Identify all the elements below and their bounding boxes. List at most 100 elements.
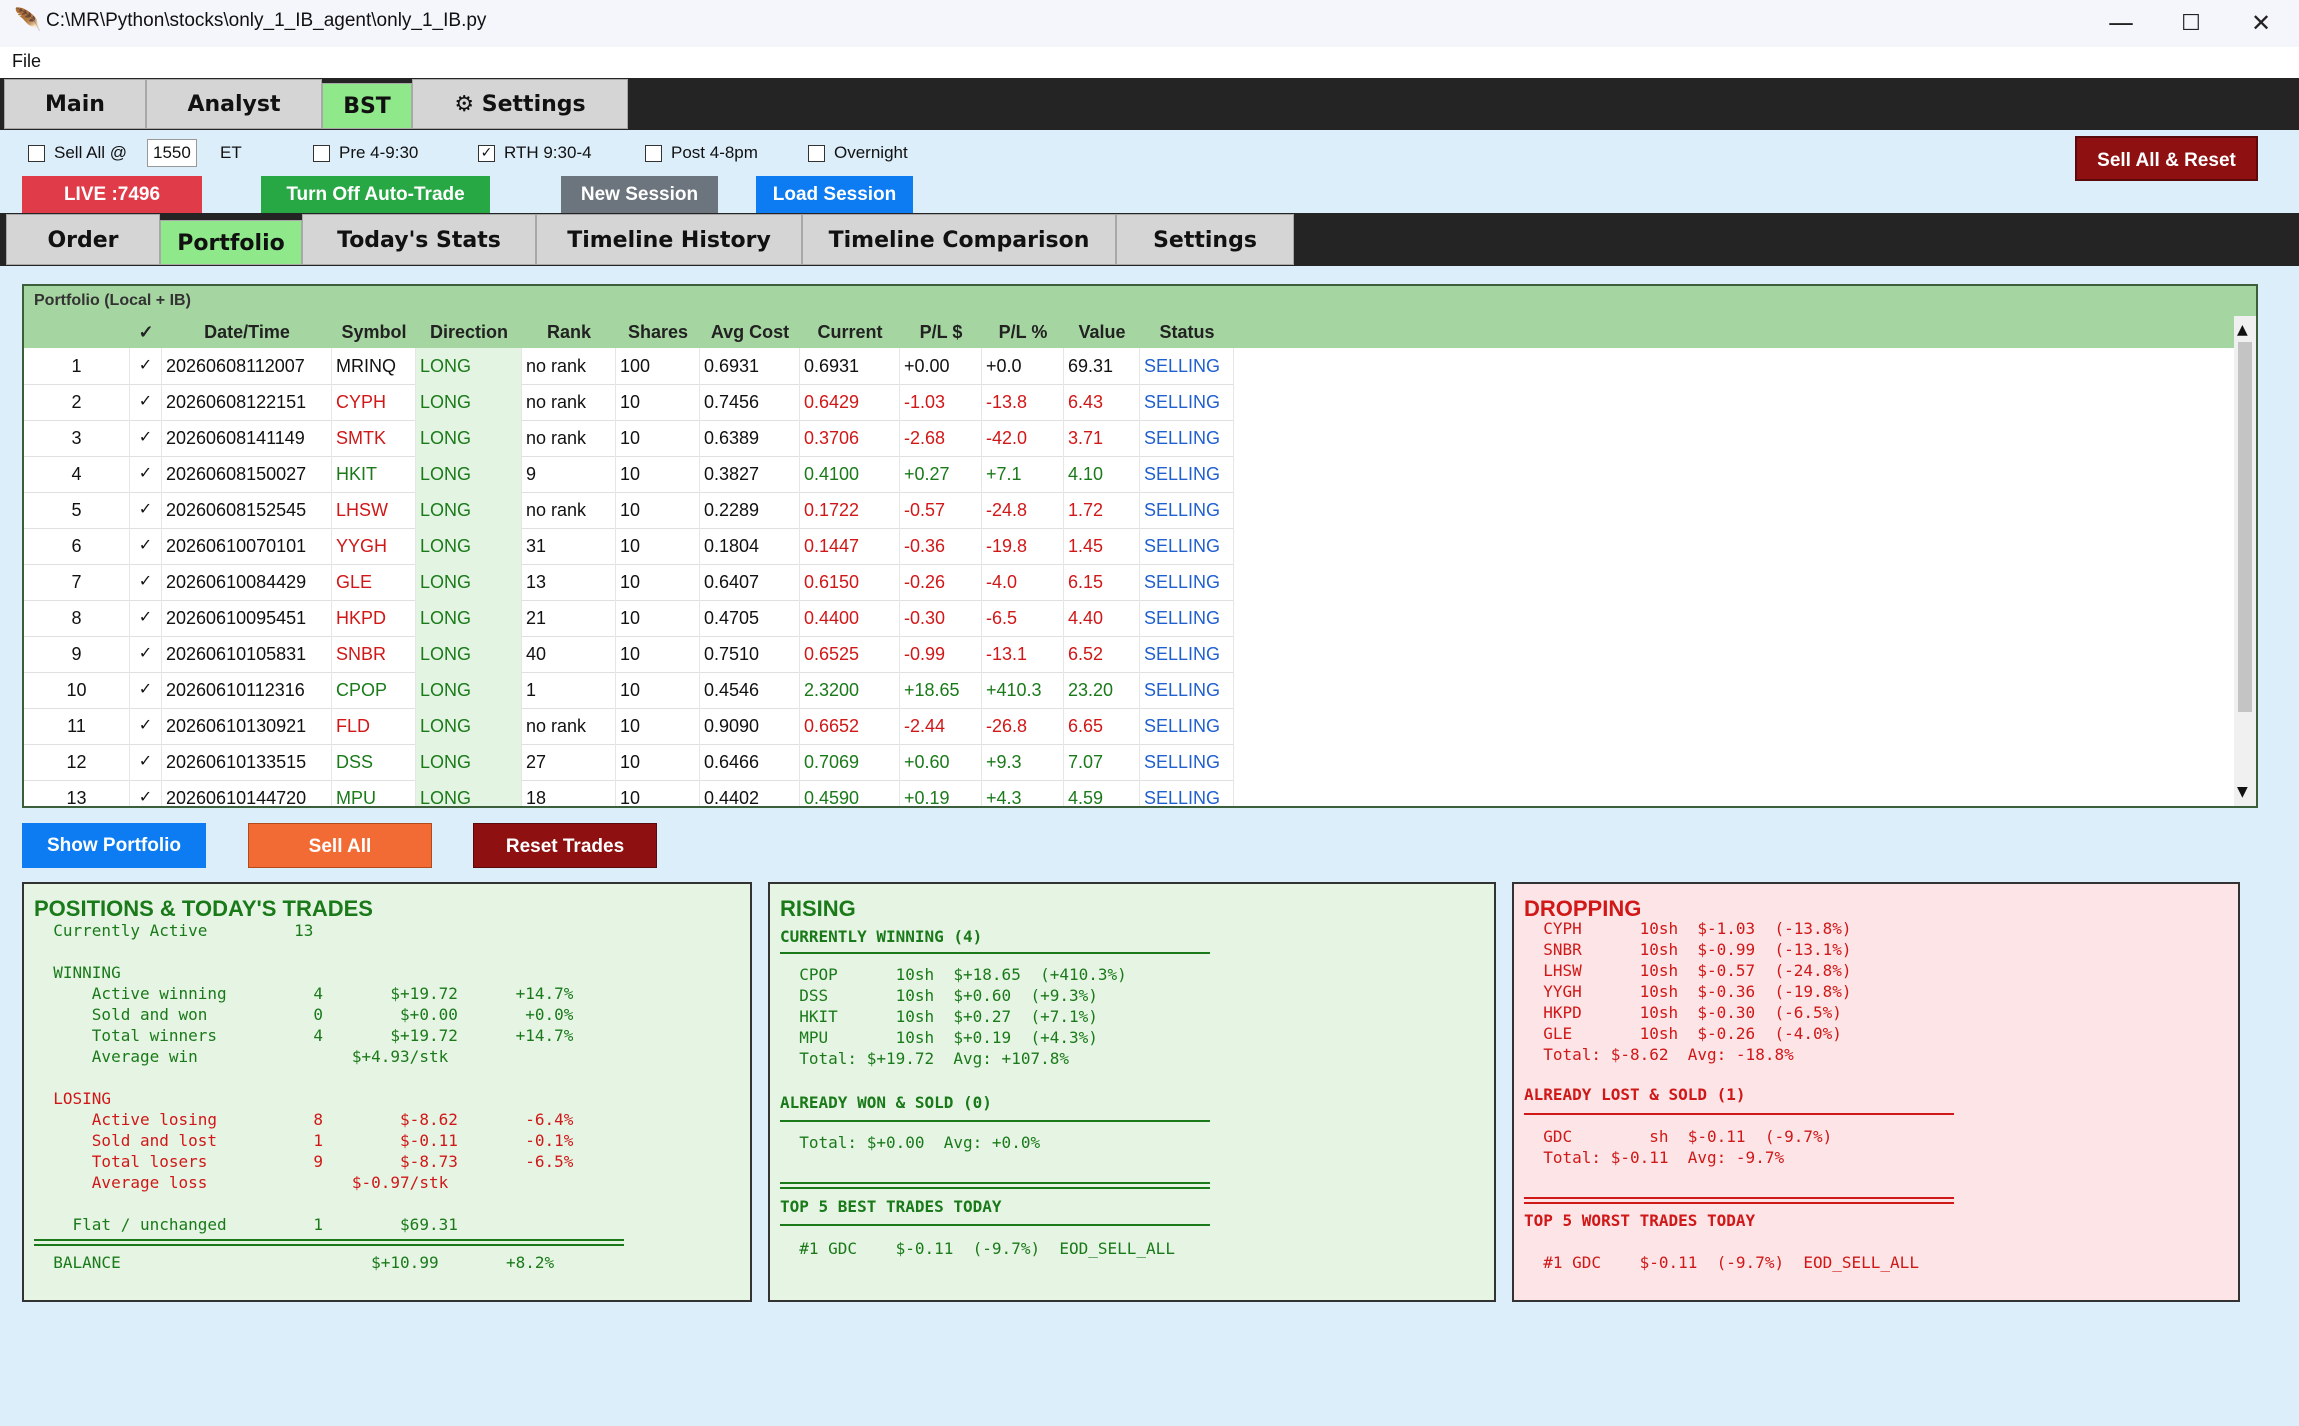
already-lost-list: GDC sh $-0.11 (-9.7%) Total: $-0.11 Avg:… <box>1524 1126 1832 1168</box>
currently-losing-list: CYPH 10sh $-1.03 (-13.8%) SNBR 10sh $-0.… <box>1524 918 1852 1065</box>
cell-symbol: GLE <box>332 564 416 600</box>
cell-shares: 10 <box>616 456 700 492</box>
cell-check: ✓ <box>130 708 162 744</box>
table-row[interactable]: 5 ✓ 20260608152545 LHSW LONG no rank 10 0.2289 0… <box>24 492 1234 529</box>
losing-line: SNBR 10sh $-0.99 (-13.1%) <box>1524 940 1852 959</box>
cell-avg-cost: 0.7456 <box>700 384 800 420</box>
table-row[interactable]: 13 ✓ 20260610144720 MPU LONG 18 10 0.4402 0.4590… <box>24 780 1234 806</box>
table-row[interactable]: 12 ✓ 20260610133515 DSS LONG 27 10 0.6466 0.7069… <box>24 744 1234 781</box>
cell-rank: no rank <box>522 708 616 744</box>
table-row[interactable]: 10 ✓ 20260610112316 CPOP LONG 1 10 0.4546 2.3200… <box>24 672 1234 709</box>
table-row[interactable]: 1 ✓ 20260608112007 MRINQ LONG no rank 100 0.693… <box>24 348 1234 385</box>
cell-status: SELLING <box>1140 672 1234 708</box>
cell-shares: 10 <box>616 492 700 528</box>
table-row[interactable]: 2 ✓ 20260608122151 CYPH LONG no rank 10 0.7456 0… <box>24 384 1234 421</box>
cell-shares: 10 <box>616 780 700 806</box>
cell-status: SELLING <box>1140 420 1234 456</box>
cell-status: SELLING <box>1140 708 1234 744</box>
rising-divider-4 <box>780 1187 1210 1189</box>
cell-check: ✓ <box>130 672 162 708</box>
losing-line: GLE 10sh $-0.26 (-4.0%) <box>1524 1024 1842 1043</box>
table-row[interactable]: 8 ✓ 20260610095451 HKPD LONG 21 10 0.4705 0.4400… <box>24 600 1234 637</box>
losing-line: HKPD 10sh $-0.30 (-6.5%) <box>1524 1003 1842 1022</box>
table-row[interactable]: 7 ✓ 20260610084429 GLE LONG 13 10 0.6407 0.6150-… <box>24 564 1234 601</box>
cell-value: 1.72 <box>1064 492 1140 528</box>
cell-shares: 10 <box>616 636 700 672</box>
cell-rank: 9 <box>522 456 616 492</box>
winning-line: DSS 10sh $+0.60 (+9.3%) <box>780 986 1098 1005</box>
cell-current: 0.1722 <box>800 492 900 528</box>
cell-status: SELLING <box>1140 528 1234 564</box>
rising-title: RISING <box>780 896 856 921</box>
cell-row-number: 9 <box>24 636 130 672</box>
cell-symbol: YYGH <box>332 528 416 564</box>
cell-rank: no rank <box>522 348 616 384</box>
sell-all-button[interactable]: Sell All <box>248 823 432 868</box>
table-row[interactable]: 6 ✓ 20260610070101 YYGH LONG 31 10 0.1804 0.1447… <box>24 528 1234 565</box>
cell-pl-percent: +4.3 <box>982 780 1064 806</box>
cell-datetime: 20260610095451 <box>162 600 332 636</box>
cell-pl-dollar: -0.99 <box>900 636 982 672</box>
cell-value: 23.20 <box>1064 672 1140 708</box>
lost-sold-line: GDC sh $-0.11 (-9.7%) <box>1524 1127 1833 1146</box>
cell-current: 0.4400 <box>800 600 900 636</box>
cell-value: 69.31 <box>1064 348 1140 384</box>
cell-rank: 31 <box>522 528 616 564</box>
already-won-total: Total: $+0.00 Avg: +0.0% <box>780 1133 1041 1152</box>
losing-line: YYGH 10sh $-0.36 (-19.8%) <box>1524 982 1852 1001</box>
cell-avg-cost: 0.4705 <box>700 600 800 636</box>
show-portfolio-button[interactable]: Show Portfolio <box>22 823 206 868</box>
reset-trades-button[interactable]: Reset Trades <box>473 823 657 868</box>
cell-check: ✓ <box>130 456 162 492</box>
cell-value: 6.52 <box>1064 636 1140 672</box>
cell-shares: 10 <box>616 672 700 708</box>
positions-divider <box>34 1239 624 1241</box>
cell-rank: 13 <box>522 564 616 600</box>
cell-avg-cost: 0.6389 <box>700 420 800 456</box>
cell-symbol: HKIT <box>332 456 416 492</box>
losing-line: Total: $-8.62 Avg: -18.8% <box>1524 1045 1794 1064</box>
rising-divider-1 <box>780 952 1210 954</box>
cell-pl-percent: -4.0 <box>982 564 1064 600</box>
table-row[interactable]: 3 ✓ 20260608141149 SMTK LONG no rank 10 0.6389 0… <box>24 420 1234 457</box>
cell-avg-cost: 0.4402 <box>700 780 800 806</box>
cell-check: ✓ <box>130 492 162 528</box>
cell-current: 0.6525 <box>800 636 900 672</box>
cell-row-number: 7 <box>24 564 130 600</box>
cell-check: ✓ <box>130 528 162 564</box>
table-row[interactable]: 11 ✓ 20260610130921 FLD LONG no rank 10 0.9090 0… <box>24 708 1234 745</box>
cell-current: 0.6429 <box>800 384 900 420</box>
scroll-thumb[interactable] <box>2238 342 2252 712</box>
cell-pl-dollar: +18.65 <box>900 672 982 708</box>
cell-check: ✓ <box>130 564 162 600</box>
scroll-down-icon[interactable]: ▼ <box>2237 784 2248 800</box>
positions-line <box>34 1193 573 1214</box>
cell-avg-cost: 0.4546 <box>700 672 800 708</box>
positions-lines: Currently Active 13 WINNING Active winni… <box>34 920 573 1235</box>
cell-check: ✓ <box>130 384 162 420</box>
cell-pl-dollar: -0.57 <box>900 492 982 528</box>
cell-symbol: MRINQ <box>332 348 416 384</box>
table-row[interactable]: 4 ✓ 20260608150027 HKIT LONG 9 10 0.3827 0.4100 +… <box>24 456 1234 493</box>
cell-value: 6.43 <box>1064 384 1140 420</box>
cell-row-number: 5 <box>24 492 130 528</box>
cell-direction: LONG <box>416 564 522 600</box>
cell-shares: 10 <box>616 744 700 780</box>
cell-rank: 1 <box>522 672 616 708</box>
cell-avg-cost: 0.6466 <box>700 744 800 780</box>
cell-avg-cost: 0.7510 <box>700 636 800 672</box>
scroll-up-icon[interactable]: ▲ <box>2237 322 2248 338</box>
cell-status: SELLING <box>1140 600 1234 636</box>
cell-row-number: 10 <box>24 672 130 708</box>
positions-title: POSITIONS & TODAY'S TRADES <box>34 896 373 921</box>
top5-worst-item: #1 GDC $-0.11 (-9.7%) EOD_SELL_ALL <box>1524 1253 1919 1272</box>
cell-value: 6.15 <box>1064 564 1140 600</box>
cell-row-number: 2 <box>24 384 130 420</box>
positions-line: Currently Active 13 <box>34 921 314 940</box>
table-row[interactable]: 9 ✓ 20260610105831 SNBR LONG 40 10 0.7510 0.6525… <box>24 636 1234 673</box>
cell-row-number: 12 <box>24 744 130 780</box>
winning-line: Total: $+19.72 Avg: +107.8% <box>780 1049 1069 1068</box>
portfolio-scrollbar[interactable]: ▲ ▼ <box>2234 316 2256 806</box>
cell-pl-percent: +410.3 <box>982 672 1064 708</box>
cell-check: ✓ <box>130 348 162 384</box>
